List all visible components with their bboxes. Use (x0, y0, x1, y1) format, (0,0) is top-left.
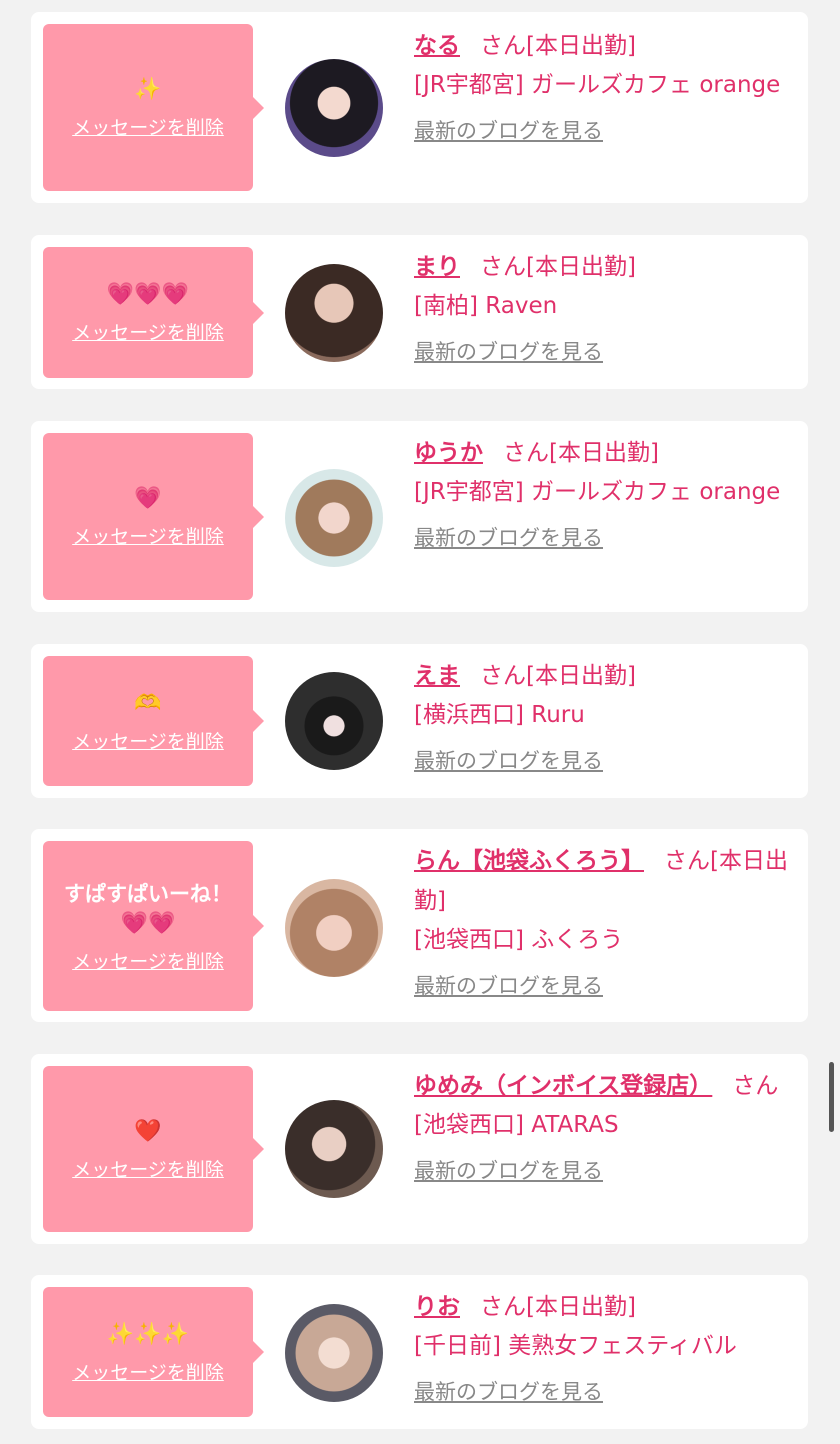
latest-blog-link[interactable]: 最新のブログを見る (414, 745, 603, 777)
message-card: すぱすぱいーね！ 💗💗 メッセージを削除 らん【池袋ふくろう】 さん[本日出勤] … (31, 829, 808, 1022)
message-card: 💗💗💗 メッセージを削除 まり さん[本日出勤] [南柏] Raven 最新のブロ… (31, 235, 808, 389)
san-label: さん (480, 254, 526, 280)
delete-message-link[interactable]: メッセージを削除 (72, 727, 224, 754)
shop-name: [千日前] 美熟女フェスティバル (414, 1333, 737, 1359)
message-bubble: ❤️ メッセージを削除 (43, 1066, 264, 1232)
cast-name-link[interactable]: ゆめみ（インボイス登録店） (414, 1073, 712, 1099)
message-text: すぱすぱいーね！ (64, 881, 232, 906)
message-emoji: 💗 (134, 486, 162, 511)
delete-message-link[interactable]: メッセージを削除 (72, 318, 224, 345)
cast-info: ゆめみ（インボイス登録店） さん [池袋西口] ATARAS 最新のブログを見る (414, 1066, 798, 1187)
cast-name-link[interactable]: らん【池袋ふくろう】 (414, 848, 644, 874)
san-label: さん (503, 440, 549, 466)
attendance-badge: [本日出勤] (526, 33, 636, 59)
cast-info: りお さん[本日出勤] [千日前] 美熟女フェスティバル 最新のブログを見る (414, 1287, 798, 1408)
cast-info: らん【池袋ふくろう】 さん[本日出勤] [池袋西口] ふくろう 最新のブログを見る (414, 841, 798, 1002)
cast-info: ゆうか さん[本日出勤] [JR宇都宮] ガールズカフェ orange 最新のブロ… (414, 433, 798, 554)
avatar[interactable] (285, 1304, 383, 1402)
avatar[interactable] (285, 879, 383, 977)
san-label: さん (480, 1294, 526, 1320)
latest-blog-link[interactable]: 最新のブログを見る (414, 1155, 603, 1187)
message-emoji: 🫶 (134, 690, 162, 716)
cast-name-link[interactable]: ゆうか (414, 440, 483, 466)
cast-name-link[interactable]: えま (414, 663, 460, 689)
shop-name: [池袋西口] ふくろう (414, 927, 624, 953)
cast-info: なる さん[本日出勤] [JR宇都宮] ガールズカフェ orange 最新のブログ… (414, 26, 798, 147)
delete-message-link[interactable]: メッセージを削除 (72, 1155, 224, 1182)
attendance-badge: [本日出勤] (526, 1294, 636, 1320)
avatar[interactable] (285, 672, 383, 770)
shop-name: [池袋西口] ATARAS (414, 1112, 619, 1138)
shop-name: [南柏] Raven (414, 293, 558, 319)
delete-message-link[interactable]: メッセージを削除 (72, 522, 224, 549)
latest-blog-link[interactable]: 最新のブログを見る (414, 970, 603, 1002)
attendance-badge: [本日出勤] (526, 663, 636, 689)
san-label: さん (732, 1073, 779, 1099)
cast-name-link[interactable]: なる (414, 33, 460, 59)
message-emoji: 💗💗 (120, 910, 176, 936)
shop-name: [JR宇都宮] ガールズカフェ orange (414, 72, 781, 98)
cast-info: えま さん[本日出勤] [横浜西口] Ruru 最新のブログを見る (414, 656, 798, 777)
message-bubble: 💗💗💗 メッセージを削除 (43, 247, 264, 378)
cast-name-link[interactable]: りお (414, 1294, 460, 1320)
attendance-badge: [本日出勤] (549, 440, 659, 466)
shop-name: [JR宇都宮] ガールズカフェ orange (414, 479, 781, 505)
delete-message-link[interactable]: メッセージを削除 (72, 1358, 224, 1385)
message-emoji: ✨✨✨ (106, 1321, 190, 1347)
cast-info: まり さん[本日出勤] [南柏] Raven 最新のブログを見る (414, 247, 798, 368)
latest-blog-link[interactable]: 最新のブログを見る (414, 522, 603, 554)
message-bubble: 💗 メッセージを削除 (43, 433, 264, 600)
message-bubble: 🫶 メッセージを削除 (43, 656, 264, 786)
latest-blog-link[interactable]: 最新のブログを見る (414, 336, 603, 368)
message-bubble: ✨ メッセージを削除 (43, 24, 264, 191)
avatar[interactable] (285, 1100, 383, 1198)
message-card: 🫶 メッセージを削除 えま さん[本日出勤] [横浜西口] Ruru 最新のブログ… (31, 644, 808, 798)
attendance-badge: [本日出勤] (526, 254, 636, 280)
avatar[interactable] (285, 264, 383, 362)
latest-blog-link[interactable]: 最新のブログを見る (414, 1376, 603, 1408)
avatar[interactable] (285, 469, 383, 567)
message-bubble: ✨✨✨ メッセージを削除 (43, 1287, 264, 1417)
san-label: さん (480, 663, 526, 689)
san-label: さん (480, 33, 526, 59)
message-card: ❤️ メッセージを削除 ゆめみ（インボイス登録店） さん [池袋西口] ATARA… (31, 1054, 808, 1244)
message-card: ✨ メッセージを削除 なる さん[本日出勤] [JR宇都宮] ガールズカフェ or… (31, 12, 808, 203)
message-emoji: ✨ (134, 77, 162, 102)
cast-name-link[interactable]: まり (414, 254, 460, 280)
scrollbar[interactable] (829, 1062, 834, 1132)
latest-blog-link[interactable]: 最新のブログを見る (414, 115, 603, 147)
message-card: 💗 メッセージを削除 ゆうか さん[本日出勤] [JR宇都宮] ガールズカフェ o… (31, 421, 808, 612)
message-emoji: 💗💗💗 (106, 282, 190, 307)
message-list: ✨ メッセージを削除 なる さん[本日出勤] [JR宇都宮] ガールズカフェ or… (0, 0, 840, 1444)
delete-message-link[interactable]: メッセージを削除 (72, 947, 224, 974)
message-bubble: すぱすぱいーね！ 💗💗 メッセージを削除 (43, 841, 264, 1011)
avatar[interactable] (285, 59, 383, 157)
delete-message-link[interactable]: メッセージを削除 (72, 113, 224, 140)
message-emoji: ❤️ (134, 1118, 162, 1144)
san-label: さん (664, 848, 710, 874)
shop-name: [横浜西口] Ruru (414, 702, 585, 728)
message-card: ✨✨✨ メッセージを削除 りお さん[本日出勤] [千日前] 美熟女フェスティバル… (31, 1275, 808, 1429)
